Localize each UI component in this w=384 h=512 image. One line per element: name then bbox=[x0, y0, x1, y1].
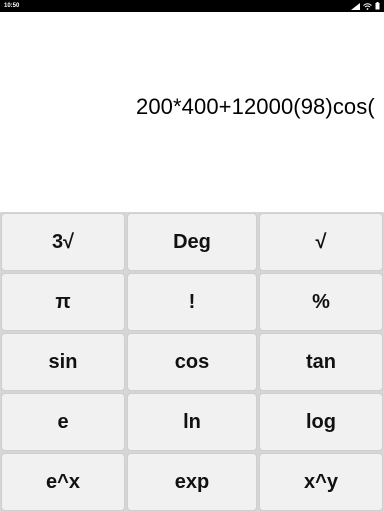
deg-button[interactable]: Deg bbox=[127, 213, 257, 271]
exp-button[interactable]: exp bbox=[127, 453, 257, 511]
battery-icon bbox=[375, 2, 380, 10]
percent-button[interactable]: % bbox=[259, 273, 383, 331]
e-button[interactable]: e bbox=[1, 393, 125, 451]
sin-button[interactable]: sin bbox=[1, 333, 125, 391]
wifi-icon bbox=[363, 2, 372, 10]
calculator-display: 200*400+12000(98)cos( bbox=[0, 12, 384, 210]
square-root-button[interactable]: √ bbox=[259, 213, 383, 271]
e-power-x-button[interactable]: e^x bbox=[1, 453, 125, 511]
log-button[interactable]: log bbox=[259, 393, 383, 451]
cos-button[interactable]: cos bbox=[127, 333, 257, 391]
x-power-y-button[interactable]: x^y bbox=[259, 453, 383, 511]
status-icons bbox=[351, 0, 380, 12]
pi-button[interactable]: π bbox=[1, 273, 125, 331]
expression-text: 200*400+12000(98)cos( bbox=[136, 94, 375, 119]
status-time: 10:50 bbox=[4, 3, 20, 9]
signal-icon bbox=[351, 2, 360, 10]
tan-button[interactable]: tan bbox=[259, 333, 383, 391]
cube-root-button[interactable]: 3√ bbox=[1, 213, 125, 271]
factorial-button[interactable]: ! bbox=[127, 273, 257, 331]
status-bar: 10:50 bbox=[0, 0, 384, 12]
ln-button[interactable]: ln bbox=[127, 393, 257, 451]
scientific-keypad: 3√ Deg √ π ! % sin cos tan e ln log e^x … bbox=[0, 212, 384, 512]
